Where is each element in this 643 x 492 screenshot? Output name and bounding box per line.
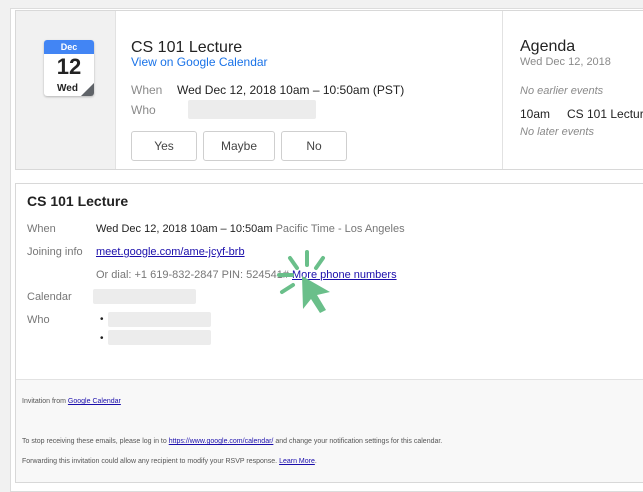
- details-when-time: Wed Dec 12, 2018 10am – 10:50am: [96, 223, 273, 235]
- click-cursor-icon: [277, 250, 330, 313]
- agenda-event-time: 10am: [520, 107, 551, 121]
- calendar-date-icon: Dec 12 Wed: [44, 40, 94, 96]
- dial-row: Or dial: +1 619-832-2847 PIN: 524541# Mo…: [96, 269, 397, 281]
- when-label: When: [131, 83, 163, 97]
- learn-more-link[interactable]: Learn More: [279, 458, 315, 465]
- event-card: Dec 12 Wed CS 101 Lecture View on Google…: [15, 10, 643, 170]
- agenda-event-name[interactable]: CS 101 Lecture: [567, 107, 643, 121]
- date-pane: Dec 12 Wed: [16, 11, 116, 169]
- agenda-title: Agenda: [520, 38, 576, 55]
- forwarding-suffix: .: [314, 458, 317, 465]
- calendar-month: Dec: [44, 40, 94, 54]
- event-details: CS 101 Lecture When Wed Dec 12, 2018 10a…: [15, 183, 643, 483]
- who-label: Who: [131, 103, 156, 117]
- when-value: Wed Dec 12, 2018 10am – 10:50am (PST): [177, 83, 405, 97]
- forwarding-notice: Forwarding this invitation could allow a…: [22, 458, 317, 465]
- stop-receiving-suffix: and change your notification settings fo…: [273, 438, 443, 445]
- no-later-events: No later events: [520, 126, 594, 138]
- page-fold-icon: [81, 83, 94, 96]
- meet-link-row: meet.google.com/ame-jcyf-brb: [96, 246, 245, 258]
- details-who-label: Who: [27, 314, 50, 326]
- invitation-from-text: Invitation from: [22, 398, 68, 405]
- google-calendar-link[interactable]: Google Calendar: [68, 398, 121, 405]
- stop-receiving-notice: To stop receiving these emails, please l…: [22, 438, 442, 445]
- calendar-day: 12: [56, 54, 82, 79]
- agenda-date: Wed Dec 12, 2018: [520, 56, 611, 68]
- forwarding-text: Forwarding this invitation could allow a…: [22, 458, 280, 465]
- calendar-redacted: [93, 289, 196, 304]
- guest-redacted: [108, 312, 211, 327]
- calendar-weekday: Wed: [57, 83, 78, 94]
- dial-info: Or dial: +1 619-832-2847 PIN: 524541#: [96, 269, 289, 281]
- invitation-footer: Invitation from Google Calendar To stop …: [16, 379, 643, 482]
- guest-bullet: •: [100, 314, 104, 325]
- event-summary: CS 101 Lecture View on Google Calendar W…: [117, 11, 502, 169]
- details-when-timezone: Pacific Time - Los Angeles: [275, 223, 405, 235]
- agenda-pane: Agenda Wed Dec 12, 2018 No earlier event…: [502, 11, 643, 169]
- meet-link[interactable]: meet.google.com/ame-jcyf-brb: [96, 246, 245, 258]
- rsvp-no-button[interactable]: No: [281, 131, 347, 161]
- guest-bullet: •: [100, 333, 104, 344]
- view-on-google-calendar-link[interactable]: View on Google Calendar: [131, 55, 268, 69]
- no-earlier-events: No earlier events: [520, 85, 604, 97]
- invitation-from: Invitation from Google Calendar: [22, 398, 121, 405]
- rsvp-maybe-button[interactable]: Maybe: [203, 131, 275, 161]
- google-calendar-url-link[interactable]: https://www.google.com/calendar/: [169, 438, 274, 445]
- joining-info-label: Joining info: [27, 246, 83, 258]
- details-when-value: Wed Dec 12, 2018 10am – 10:50am Pacific …: [96, 223, 405, 235]
- guest-redacted: [108, 330, 211, 345]
- rsvp-yes-button[interactable]: Yes: [131, 131, 197, 161]
- stop-receiving-text: To stop receiving these emails, please l…: [22, 438, 169, 445]
- who-redacted: [188, 100, 316, 119]
- calendar-label: Calendar: [27, 291, 72, 303]
- details-title: CS 101 Lecture: [27, 193, 129, 209]
- details-when-label: When: [27, 223, 56, 235]
